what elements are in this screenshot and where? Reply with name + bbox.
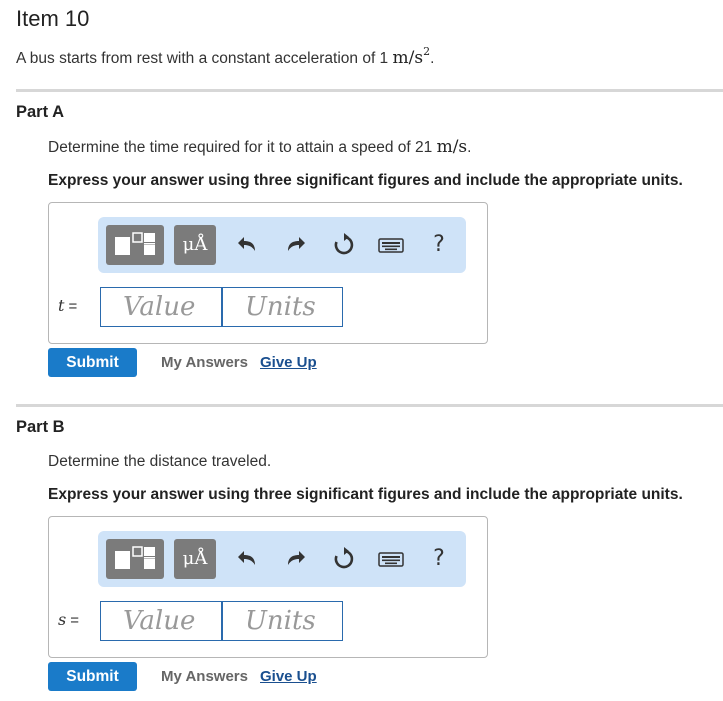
speed-unit: m/s (436, 137, 468, 157)
part-b-variable-label: s = (58, 610, 79, 629)
part-b-my-answers[interactable]: My Answers (161, 668, 248, 685)
part-b-prompt-text: Determine the distance traveled. (48, 453, 272, 470)
part-a-prompt-end: . (467, 139, 472, 156)
part-a-equals: = (68, 298, 78, 315)
undo-icon[interactable] (235, 545, 261, 573)
help-icon[interactable]: ? (426, 545, 452, 573)
help-icon[interactable]: ? (426, 231, 452, 259)
part-b-submit-button[interactable]: Submit (48, 662, 137, 691)
problem-text: A bus starts from rest with a constant a… (16, 50, 393, 67)
part-b-divider (16, 404, 723, 407)
redo-icon[interactable] (282, 231, 308, 259)
redo-icon[interactable] (282, 545, 308, 573)
part-a-give-up-link[interactable]: Give Up (260, 354, 317, 371)
part-b-units-input[interactable]: Units (222, 601, 343, 641)
undo-icon[interactable] (235, 231, 261, 259)
symbols-icon[interactable]: μÅ (174, 225, 216, 265)
templates-icon[interactable] (106, 225, 164, 265)
templates-icon[interactable] (106, 539, 164, 579)
part-b-equals: = (70, 612, 79, 629)
part-a-value-input[interactable]: Value (100, 287, 222, 327)
part-a-divider (16, 89, 723, 92)
part-a-submit-button[interactable]: Submit (48, 348, 137, 377)
part-a-instruction: Express your answer using three signific… (48, 172, 683, 189)
reset-icon[interactable] (331, 231, 357, 259)
part-a-my-answers[interactable]: My Answers (161, 354, 248, 371)
item-title: Item 10 (16, 6, 90, 31)
part-a-math-toolbar: μÅ ? (98, 217, 466, 273)
part-a-units-input[interactable]: Units (222, 287, 343, 327)
part-a-prompt: Determine the time required for it to at… (48, 137, 471, 157)
keyboard-icon[interactable] (377, 231, 405, 259)
part-b-instruction: Express your answer using three signific… (48, 486, 683, 503)
part-a-variable: t (58, 296, 65, 315)
problem-statement: A bus starts from rest with a constant a… (16, 45, 434, 68)
acceleration-unit: m/s2 (392, 45, 431, 68)
part-b-math-toolbar: μÅ ? (98, 531, 466, 587)
part-b-value-input[interactable]: Value (100, 601, 222, 641)
part-a-variable-label: t = (58, 296, 77, 315)
reset-icon[interactable] (331, 545, 357, 573)
problem-text-end: . (430, 50, 435, 67)
symbols-icon[interactable]: μÅ (174, 539, 216, 579)
part-a-title: Part A (16, 103, 64, 121)
part-a-prompt-text: Determine the time required for it to at… (48, 139, 437, 156)
part-b-variable: s (58, 610, 67, 629)
keyboard-icon[interactable] (377, 545, 405, 573)
part-b-title: Part B (16, 418, 65, 436)
part-b-prompt: Determine the distance traveled. (48, 453, 271, 471)
part-b-give-up-link[interactable]: Give Up (260, 668, 317, 685)
